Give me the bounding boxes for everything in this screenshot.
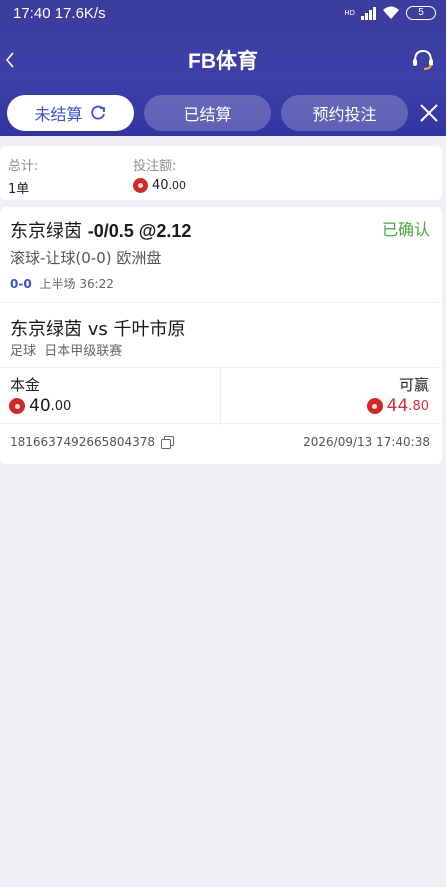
tab-reserved-bets[interactable]: 预约投注	[281, 95, 408, 131]
score: 0-0	[10, 277, 32, 291]
status-badge: 已确认	[381, 220, 430, 239]
page-title: FB体育	[188, 50, 258, 73]
order-time: 2026/09/13 17:40:38	[303, 435, 430, 449]
win-int: 44	[386, 396, 409, 416]
tab-bar: 未结算 已结算 预约投注	[0, 88, 446, 136]
battery-icon: 5	[406, 6, 436, 20]
match-period: 上半场 36:22	[39, 277, 114, 291]
bet-card[interactable]: 东京绿茵 -0/0.5 @2.12 已确认 滚球-让球(0-0) 欧洲盘 0-0…	[0, 207, 442, 464]
bet-handicap: -0/0.5 @2.12	[87, 221, 192, 241]
divider	[0, 423, 442, 424]
total-label: 总计:	[8, 159, 39, 174]
divider	[0, 367, 442, 368]
app-header: 17:40 17.6K/s HD 5 FB体育 未结算 已结算 预约投注	[0, 0, 446, 136]
tab-reserved-label: 预约投注	[312, 105, 377, 124]
status-time: 17:40 17.6K/s	[13, 5, 106, 22]
sport: 足球	[10, 344, 37, 359]
refresh-icon[interactable]	[89, 104, 107, 122]
league: 日本甲级联赛	[44, 344, 123, 359]
copy-icon[interactable]	[161, 435, 175, 449]
bet-amount-dec: .00	[168, 179, 187, 192]
order-id: 1816637492665804378	[10, 435, 175, 449]
divider	[0, 302, 442, 303]
total-value: 1单	[8, 182, 30, 197]
stake-dec: .00	[50, 398, 72, 414]
bet-amount-label: 投注额:	[133, 159, 177, 174]
headset-icon[interactable]	[408, 44, 438, 74]
status-icons: HD 5	[344, 6, 436, 20]
wifi-icon	[383, 6, 399, 19]
order-id-text: 1816637492665804378	[10, 435, 156, 449]
tab-unsettled[interactable]: 未结算	[7, 95, 134, 131]
summary-panel: 总计: 1单 投注额: 40.00	[0, 146, 442, 200]
signal-icon	[361, 6, 376, 20]
title-bar: FB体育	[0, 38, 446, 82]
status-bar: 17:40 17.6K/s HD 5	[0, 0, 446, 30]
coin-icon	[9, 398, 25, 414]
bet-market: 滚球-让球(0-0) 欧洲盘	[10, 249, 162, 267]
divider-vertical	[220, 369, 221, 425]
tab-unsettled-label: 未结算	[34, 105, 83, 124]
coin-icon	[366, 398, 383, 414]
league-info: 足球 日本甲级联赛	[10, 340, 122, 359]
bet-amount-value: 40.00	[133, 178, 186, 193]
clock: 17:40	[13, 5, 51, 22]
network-speed: 17.6K/s	[54, 5, 106, 22]
bet-selection: 东京绿茵 -0/0.5 @2.12	[10, 217, 191, 243]
bet-team: 东京绿茵	[10, 221, 82, 242]
live-score: 0-0 上半场 36:22	[10, 275, 114, 292]
stake-label: 本金	[10, 376, 41, 394]
potential-win-label: 可赢	[398, 376, 429, 394]
potential-win-value: 44.80	[366, 396, 429, 416]
win-dec: .80	[408, 398, 429, 414]
coin-icon	[133, 178, 148, 193]
network-type: HD	[344, 9, 355, 17]
match-name: 东京绿茵 vs 千叶市原	[10, 319, 186, 340]
tab-settled[interactable]: 已结算	[144, 95, 271, 131]
stake-value: 40.00	[9, 396, 71, 416]
stake-int: 40	[29, 396, 51, 416]
tab-settled-label: 已结算	[183, 105, 232, 124]
close-icon[interactable]	[416, 100, 442, 126]
bet-amount-int: 40	[152, 178, 169, 193]
